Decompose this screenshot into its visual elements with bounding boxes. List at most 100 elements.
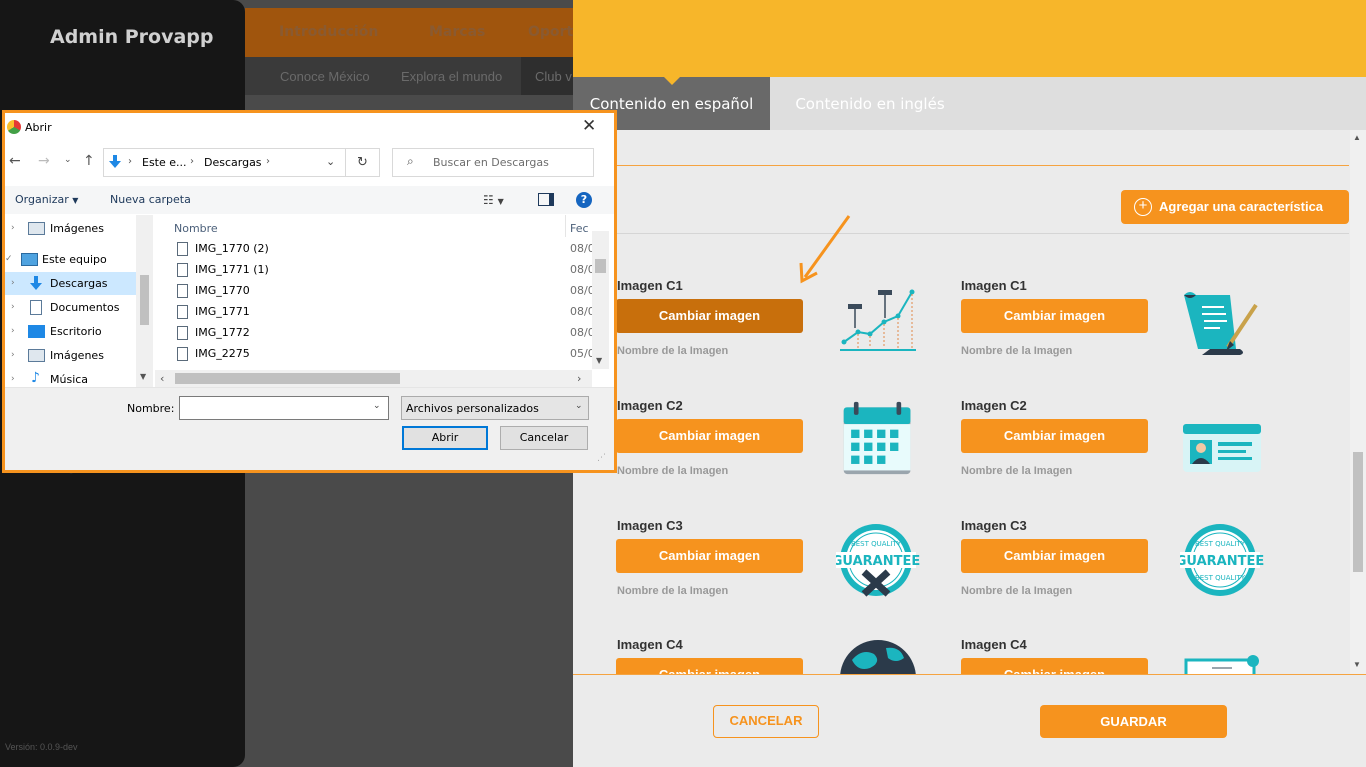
dialog-toolbar	[5, 186, 614, 214]
chevron-right-icon[interactable]: ›	[11, 350, 15, 360]
image-name-text: Nombre de la Imagen	[961, 345, 1073, 357]
nav-item-documentos[interactable]: › Documentos	[5, 296, 136, 319]
cancel-button[interactable]: CANCELAR	[713, 705, 819, 738]
up-arrow-icon[interactable]: ↑	[83, 153, 95, 169]
nav-item-introduccion[interactable]: Introducción	[279, 24, 378, 40]
desktop-icon	[28, 325, 45, 338]
help-icon[interactable]: ?	[576, 192, 592, 208]
nav-item-imagenes[interactable]: › Imágenes	[5, 217, 136, 240]
address-dropdown-icon[interactable]: ⌄	[326, 155, 335, 168]
file-row[interactable]: IMG_1770	[195, 284, 250, 297]
address-bar[interactable]: › Este e... › Descargas › ⌄	[103, 148, 346, 177]
view-options-icon[interactable]: ☷ ▼	[483, 193, 504, 207]
dialog-cancel-button[interactable]: Cancelar	[500, 426, 588, 450]
scroll-down-icon[interactable]: ▼	[596, 356, 602, 365]
nav-pane-scrollbar-thumb[interactable]	[140, 275, 149, 325]
pictures-folder-icon	[28, 349, 45, 362]
image-file-icon	[177, 305, 188, 319]
panel-scrollbar-thumb[interactable]	[1353, 452, 1363, 572]
tab-contenido-ingles[interactable]: Contenido en inglés	[770, 77, 970, 130]
chevron-down-icon: ▼	[72, 196, 79, 205]
best-quality-guarantee-badge-icon: GUARANTEE BEST QUALITY	[836, 524, 920, 597]
file-row[interactable]: IMG_1772	[195, 326, 250, 339]
column-header-name[interactable]: Nombre	[174, 222, 218, 235]
file-row[interactable]: IMG_2275	[195, 347, 250, 360]
scroll-left-icon[interactable]: ‹	[160, 372, 164, 385]
file-row[interactable]: IMG_1771 (1)	[195, 263, 269, 276]
panel-scrollbar[interactable]	[1350, 130, 1366, 675]
panel-footer	[573, 674, 1366, 767]
nav-item-musica[interactable]: › ♪ Música	[5, 368, 136, 387]
close-icon[interactable]: ✕	[582, 116, 596, 136]
change-image-button[interactable]: Cambiar imagen	[961, 299, 1148, 333]
recent-locations-chevron-icon[interactable]: ⌄	[64, 155, 72, 165]
preview-pane-icon[interactable]	[538, 193, 554, 206]
scroll-down-icon[interactable]: ▼	[1353, 660, 1361, 669]
refresh-icon[interactable]: ↻	[346, 148, 380, 177]
breadcrumb-este-equipo[interactable]: Este e...	[142, 156, 187, 169]
filename-input[interactable]: ⌄	[179, 396, 389, 420]
breadcrumb-separator-icon: ›	[190, 156, 194, 167]
change-image-button[interactable]: Cambiar imagen	[616, 539, 803, 573]
image-label: Imagen C1	[961, 278, 1027, 293]
column-separator[interactable]	[565, 215, 566, 237]
app-title: Admin Provapp	[50, 26, 214, 48]
image-label: Imagen C2	[617, 398, 683, 413]
scroll-right-icon[interactable]: ›	[577, 372, 581, 385]
section-divider	[612, 165, 1349, 166]
chevron-right-icon[interactable]: ›	[11, 326, 15, 336]
nav-item-escritorio[interactable]: › Escritorio	[5, 320, 136, 343]
back-arrow-icon[interactable]: ←	[9, 153, 21, 169]
save-button[interactable]: GUARDAR	[1040, 705, 1227, 738]
scroll-down-icon[interactable]: ▼	[140, 372, 146, 381]
nav-item-imagenes[interactable]: › Imágenes	[5, 344, 136, 367]
chevron-expanded-icon[interactable]: ✓	[5, 254, 13, 264]
id-card-icon	[1183, 424, 1261, 472]
nav-item-marcas[interactable]: Marcas	[429, 24, 485, 40]
file-list-horizontal-scrollbar-thumb[interactable]	[175, 373, 400, 384]
change-image-button[interactable]: Cambiar imagen	[616, 419, 803, 453]
breadcrumb-separator-icon: ›	[128, 156, 132, 167]
search-input[interactable]: ⌕ Buscar en Descargas	[392, 148, 594, 177]
nav-item-label: Escritorio	[50, 325, 102, 338]
forward-arrow-icon[interactable]: →	[38, 153, 50, 169]
file-row[interactable]: IMG_1770 (2)	[195, 242, 269, 255]
nav-item-label: Música	[50, 373, 89, 386]
organize-menu[interactable]: Organizar ▼	[15, 193, 78, 206]
change-image-button[interactable]: Cambiar imagen	[616, 299, 803, 333]
sub-nav-explora-mundo[interactable]: Explora el mundo	[401, 69, 502, 84]
new-folder-button[interactable]: Nueva carpeta	[110, 193, 191, 206]
file-list-vertical-scrollbar[interactable]	[592, 231, 609, 369]
nav-item-este-equipo[interactable]: ✓ Este equipo	[5, 248, 136, 271]
image-file-icon	[177, 242, 188, 256]
nav-item-descargas[interactable]: › Descargas	[5, 272, 136, 295]
file-type-select[interactable]: Archivos personalizados ⌄	[401, 396, 589, 420]
image-label: Imagen C4	[961, 637, 1027, 652]
resize-grip-icon[interactable]: ⋰	[597, 453, 606, 463]
chevron-right-icon[interactable]: ›	[11, 374, 15, 384]
image-label: Imagen C3	[961, 518, 1027, 533]
chevron-down-icon[interactable]: ⌄	[373, 401, 381, 411]
file-list-vertical-scrollbar-thumb[interactable]	[595, 259, 606, 273]
music-icon: ♪	[31, 370, 40, 386]
svg-text:GUARANTEE: GUARANTEE	[1180, 554, 1264, 569]
sub-nav-conoce-mexico[interactable]: Conoce México	[280, 69, 370, 84]
dialog-title: Abrir	[25, 121, 52, 134]
change-image-button[interactable]: Cambiar imagen	[961, 539, 1148, 573]
chevron-right-icon[interactable]: ›	[11, 278, 15, 288]
column-header-date[interactable]: Fec	[570, 222, 589, 235]
file-row[interactable]: IMG_1771	[195, 305, 250, 318]
open-button[interactable]: Abrir	[402, 426, 488, 450]
breadcrumb-descargas[interactable]: Descargas	[204, 156, 262, 169]
change-image-button[interactable]: Cambiar imagen	[961, 419, 1148, 453]
globe-icon	[840, 640, 916, 678]
chevron-right-icon[interactable]: ›	[11, 302, 15, 312]
growth-chart-icon	[840, 289, 916, 351]
nav-item-oport[interactable]: Oport	[528, 24, 573, 40]
panel-header	[573, 0, 1366, 77]
sub-nav-club[interactable]: Club v	[535, 69, 572, 84]
chevron-right-icon[interactable]: ›	[11, 223, 15, 233]
file-date: 08/0	[570, 326, 595, 339]
scroll-up-icon[interactable]: ▲	[1353, 133, 1361, 142]
add-feature-button[interactable]: Agregar una característica	[1121, 190, 1349, 224]
